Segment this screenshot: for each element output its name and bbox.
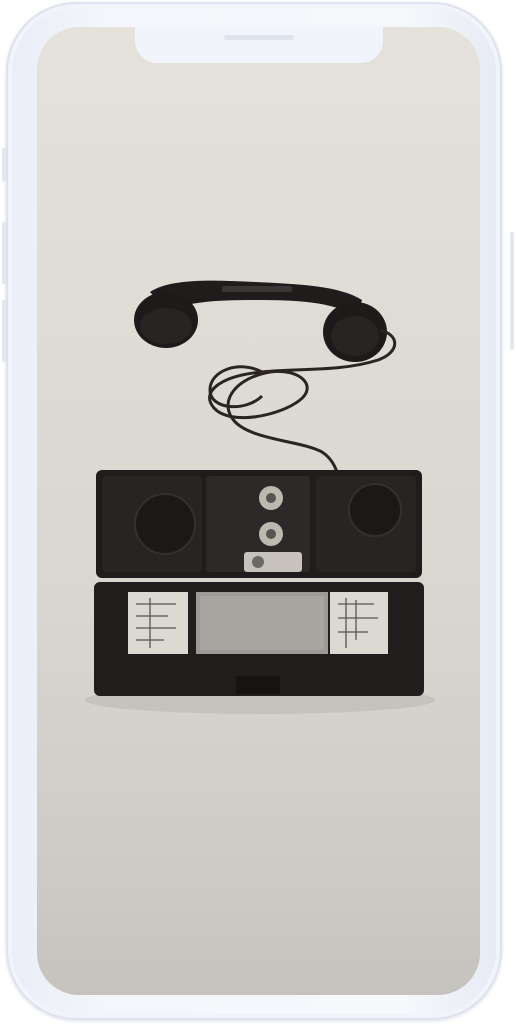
telephone-handset: [134, 280, 387, 362]
vintage-field-telephone-photo: [85, 280, 435, 714]
phone-notch: [135, 27, 383, 63]
earpiece-speaker: [224, 35, 294, 40]
telephone-box: [94, 470, 424, 696]
